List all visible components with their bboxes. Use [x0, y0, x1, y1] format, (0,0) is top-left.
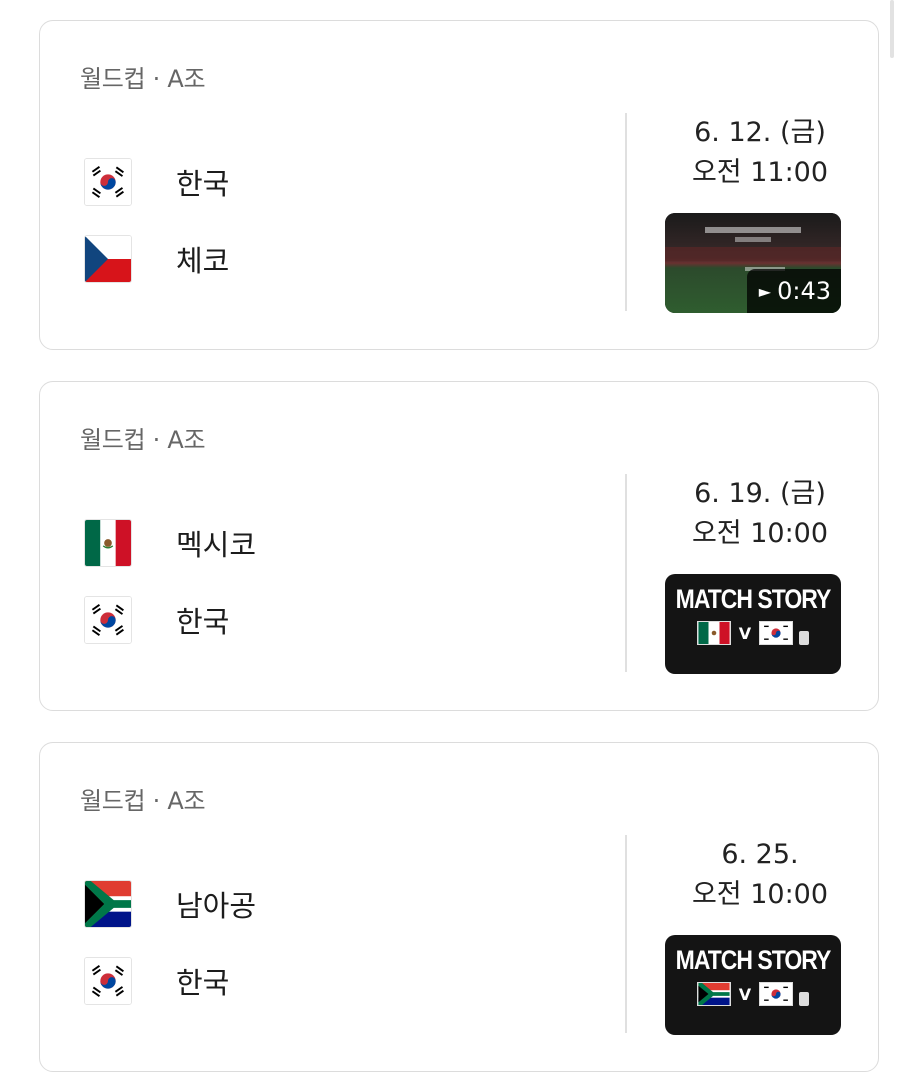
divider — [625, 113, 627, 311]
match-date: 6. 19. (금) — [694, 478, 826, 509]
match-time: 오전 11:00 — [691, 157, 829, 188]
south-africa-flag-icon — [696, 982, 731, 1006]
team-name: 한국 — [176, 605, 230, 639]
team-row[interactable]: 남아공 — [84, 880, 256, 928]
speaker-icon — [799, 992, 810, 1006]
competition-label: 월드컵 · A조 — [80, 426, 206, 454]
czech-flag-icon — [84, 235, 132, 283]
match-story-thumbnail[interactable]: MATCH STORY V — [665, 574, 841, 674]
speaker-icon — [799, 631, 810, 645]
south-africa-flag-icon — [84, 880, 132, 928]
korea-flag-icon — [759, 621, 794, 645]
match-card[interactable]: 월드컵 · A조 남아공 한국 6. 25. 오전 10:00 MATCH ST… — [39, 742, 879, 1072]
team-name: 체코 — [176, 244, 230, 278]
video-duration-badge: ► 0:43 — [746, 269, 841, 313]
korea-flag-icon — [84, 957, 132, 1005]
scrollbar[interactable] — [890, 0, 894, 58]
divider — [625, 474, 627, 672]
play-icon: ► — [758, 282, 772, 301]
korea-flag-icon — [84, 596, 132, 644]
team-row[interactable]: 한국 — [84, 158, 229, 206]
mexico-flag-icon — [84, 519, 132, 567]
team-name: 한국 — [176, 167, 230, 201]
versus-text: V — [738, 623, 752, 643]
korea-flag-icon — [759, 982, 794, 1006]
versus-text: V — [738, 984, 752, 1004]
match-time: 오전 10:00 — [691, 518, 829, 549]
mexico-flag-icon — [696, 621, 731, 645]
team-row[interactable]: 체코 — [84, 235, 229, 283]
match-story-flags: V — [665, 621, 841, 645]
team-name: 남아공 — [176, 889, 257, 923]
match-card[interactable]: 월드컵 · A조 한국 체코 6. 12. (금) 오전 11:00 ► 0:4… — [39, 20, 879, 350]
match-story-flags: V — [665, 982, 841, 1006]
team-row[interactable]: 멕시코 — [84, 519, 256, 567]
match-time: 오전 10:00 — [691, 879, 829, 910]
match-card[interactable]: 월드컵 · A조 멕시코 한국 6. 19. (금) 오전 10:00 MATC… — [39, 381, 879, 711]
match-story-title: MATCH STORY — [675, 583, 832, 614]
team-name: 한국 — [176, 966, 230, 1000]
competition-label: 월드컵 · A조 — [80, 65, 206, 93]
match-story-title: MATCH STORY — [675, 944, 832, 975]
match-story-thumbnail[interactable]: MATCH STORY V — [665, 935, 841, 1035]
match-date: 6. 12. (금) — [694, 117, 826, 148]
team-row[interactable]: 한국 — [84, 957, 229, 1005]
korea-flag-icon — [84, 158, 132, 206]
team-name: 멕시코 — [176, 528, 257, 562]
duration-text: 0:43 — [777, 277, 831, 305]
match-date: 6. 25. — [721, 839, 799, 870]
team-row[interactable]: 한국 — [84, 596, 229, 644]
video-thumbnail[interactable]: ► 0:43 — [665, 213, 841, 313]
divider — [625, 835, 627, 1033]
competition-label: 월드컵 · A조 — [80, 787, 206, 815]
